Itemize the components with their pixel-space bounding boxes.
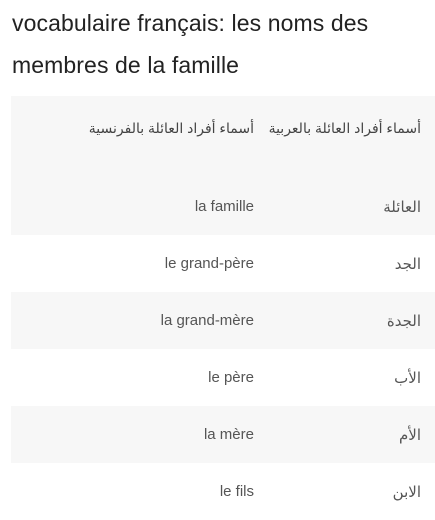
table-row: الأم la mère bbox=[11, 406, 435, 463]
arabic-word: الجد bbox=[254, 235, 435, 292]
french-word: la famille bbox=[11, 178, 254, 235]
header-arabic: أسماء أفراد العائلة بالعربية bbox=[254, 96, 435, 178]
table-row: الجد le grand-père bbox=[11, 235, 435, 292]
arabic-word: الابن bbox=[254, 463, 435, 520]
table-header-row: أسماء أفراد العائلة بالعربية أسماء أفراد… bbox=[11, 96, 435, 178]
table-row: الجدة la grand-mère bbox=[11, 292, 435, 349]
family-vocabulary-table: أسماء أفراد العائلة بالعربية أسماء أفراد… bbox=[11, 96, 435, 520]
french-word: le grand-père bbox=[11, 235, 254, 292]
french-word: la grand-mère bbox=[11, 292, 254, 349]
arabic-word: الأم bbox=[254, 406, 435, 463]
french-word: le fils bbox=[11, 463, 254, 520]
french-word: le père bbox=[11, 349, 254, 406]
arabic-word: العائلة bbox=[254, 178, 435, 235]
page-title: vocabulaire français: les noms des membr… bbox=[12, 10, 369, 78]
arabic-word: الأب bbox=[254, 349, 435, 406]
table-row: العائلة la famille bbox=[11, 178, 435, 235]
table-row: الابن le fils bbox=[11, 463, 435, 520]
arabic-word: الجدة bbox=[254, 292, 435, 349]
french-word: la mère bbox=[11, 406, 254, 463]
header-french: أسماء أفراد العائلة بالفرنسية bbox=[11, 96, 254, 178]
table-row: الأب le père bbox=[11, 349, 435, 406]
